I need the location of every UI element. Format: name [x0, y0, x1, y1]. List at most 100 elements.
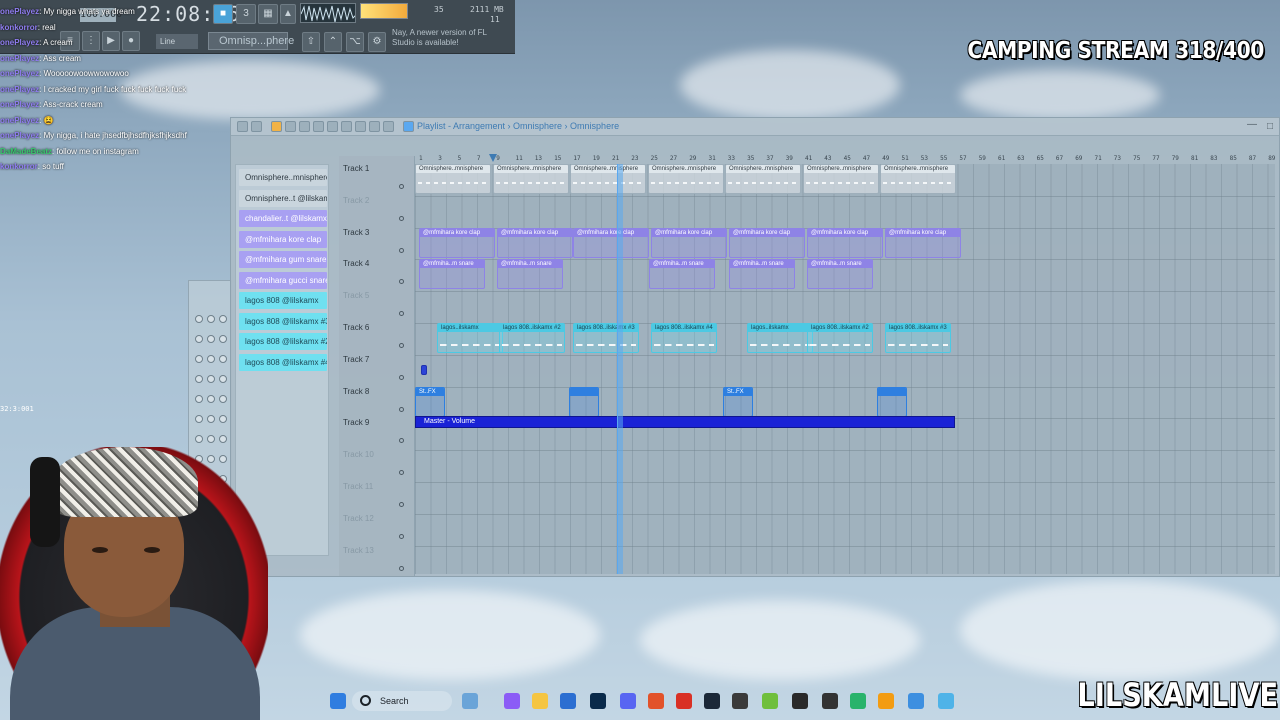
step-button[interactable]: ▦ — [258, 4, 278, 24]
track-mute-button[interactable] — [399, 374, 404, 380]
track-label[interactable]: Track 10 — [343, 450, 374, 459]
pencil-icon[interactable] — [271, 121, 282, 132]
app-icon[interactable] — [762, 693, 778, 709]
pattern-clip[interactable]: @mfmihara kore clap — [729, 227, 805, 258]
pattern-clip[interactable]: @mfmiha..m snare — [729, 259, 795, 290]
pattern-clip[interactable]: lagos 808..ilskamx #3 — [885, 323, 951, 353]
track-mute-button[interactable] — [399, 533, 404, 539]
chrome-icon[interactable] — [676, 693, 692, 709]
folder-icon[interactable] — [532, 693, 548, 709]
track-label[interactable]: Track 13 — [343, 546, 374, 555]
track-mute-button[interactable] — [399, 311, 404, 317]
track-label[interactable]: Track 8 — [343, 387, 369, 396]
picker-item[interactable]: @mfmihara gum snare — [239, 251, 327, 268]
magnet-icon[interactable] — [251, 121, 262, 132]
mixer-knob[interactable] — [207, 435, 215, 443]
pattern-clip[interactable]: lagos 808..ilskamx #4 — [651, 323, 717, 353]
pattern-clip[interactable] — [421, 364, 427, 375]
windows-icon[interactable] — [330, 693, 346, 709]
slip-icon[interactable] — [327, 121, 338, 132]
steam-icon[interactable] — [704, 693, 720, 709]
track-mute-button[interactable] — [399, 502, 404, 507]
automation-clip[interactable]: Master - Volume — [415, 416, 955, 429]
picker-item[interactable]: lagos 808 @lilskamx #4 — [239, 353, 327, 371]
pattern-clip[interactable]: Omnisphere..mnisphere — [648, 164, 724, 194]
arrangement-grid[interactable]: Omnisphere..mnisphere Omnisphere..mnisphe… — [415, 164, 1275, 574]
pattern-clip[interactable]: @mfmiha..m snare — [419, 259, 485, 290]
pattern-clip[interactable]: Omnisphere..mnisphere — [415, 164, 491, 194]
zoom-icon[interactable] — [369, 121, 380, 132]
track-label[interactable]: Track 1 — [343, 164, 369, 173]
chat-username[interactable]: DaMadeBeatz — [0, 147, 52, 156]
picker-item[interactable]: lagos 808 @lilskamx — [239, 292, 327, 309]
track-label[interactable]: Track 12 — [343, 514, 374, 523]
delete-icon[interactable] — [299, 121, 310, 132]
mixer-knob[interactable] — [219, 335, 227, 343]
mixer-knob[interactable] — [219, 315, 227, 323]
mute-icon[interactable] — [313, 121, 324, 132]
track-mute-button[interactable] — [399, 343, 404, 348]
picker-item[interactable]: chandalier..t @lilskamx — [239, 210, 327, 227]
track-mute-button[interactable] — [399, 406, 404, 412]
chat-username[interactable]: onePlayez — [0, 7, 39, 16]
mixer-knob[interactable] — [195, 335, 203, 343]
track-mute-button[interactable] — [399, 215, 404, 221]
mixer-knob[interactable] — [207, 315, 215, 323]
app-icon[interactable] — [822, 693, 838, 709]
mixer-knob[interactable] — [195, 415, 203, 423]
track-label[interactable]: Track 11 — [343, 482, 373, 491]
pattern-clip[interactable]: Omnisphere..mnisphere — [725, 164, 801, 194]
close-icon[interactable]: □ — [1267, 121, 1273, 132]
playlist-icon[interactable] — [403, 121, 414, 132]
minimize-icon[interactable]: ― — [1247, 119, 1257, 130]
fl-studio-icon[interactable] — [878, 693, 894, 709]
track-label[interactable]: Track 2 — [343, 196, 369, 205]
pattern-clip[interactable]: Omnisphere..mnisphere — [493, 164, 569, 194]
picker-item[interactable]: @mfmihara gucci snare — [239, 271, 327, 289]
timeline-ruler[interactable]: 1 3 5 7 9 11 13 15 17 19 21 23 25 27 29 31 33 35 37 39 41 43 4… — [415, 154, 1280, 164]
pattern-clip[interactable]: @mfmiha..m snare — [497, 259, 563, 290]
discord-icon[interactable] — [620, 693, 636, 709]
mixer-knob[interactable] — [195, 375, 203, 383]
speaker-icon[interactable] — [383, 121, 394, 132]
mixer-knob[interactable] — [207, 375, 215, 383]
copilot-icon[interactable] — [504, 693, 520, 709]
track-label[interactable]: Track 5 — [343, 291, 369, 300]
pattern-clip[interactable]: lagos 808..ilskamx #2 — [499, 323, 565, 353]
pattern-clip[interactable]: lagos 808..ilskamx #3 — [573, 323, 639, 353]
app-icon[interactable] — [792, 693, 808, 709]
pattern-clip[interactable]: Omnisphere..mnisphere — [570, 164, 646, 194]
track-mute-button[interactable] — [399, 565, 404, 571]
track-mute-button[interactable] — [399, 279, 404, 285]
mixer-knob[interactable] — [195, 395, 203, 403]
chat-username[interactable]: onePlayez — [0, 85, 39, 94]
track-label[interactable]: Track 6 — [343, 323, 369, 332]
mixer-knob[interactable] — [207, 415, 215, 423]
picker-item[interactable]: @mfmihara kore clap — [239, 230, 327, 248]
app-icon[interactable] — [850, 693, 866, 709]
pattern-clip[interactable]: @mfmihara kore clap — [573, 227, 649, 258]
app-icon[interactable] — [938, 693, 954, 709]
brush-icon[interactable] — [285, 121, 296, 132]
brave-icon[interactable] — [648, 693, 664, 709]
alt-button[interactable]: ⌥ — [346, 32, 364, 52]
mixer-knob[interactable] — [207, 395, 215, 403]
metronome-button[interactable]: ▲ — [280, 4, 296, 24]
mixer-knob[interactable] — [207, 355, 215, 363]
track-mute-button[interactable] — [399, 438, 404, 444]
mixer-knob[interactable] — [219, 375, 227, 383]
picker-item[interactable]: Omnisphere..mnisphere — [239, 169, 327, 186]
chat-username[interactable]: konkorror — [0, 23, 38, 32]
arrow-icon[interactable] — [237, 121, 248, 132]
track-mute-button[interactable] — [399, 470, 404, 476]
pattern-clip[interactable]: @mfmiha..m snare — [649, 259, 715, 290]
photoshop-icon[interactable] — [590, 693, 606, 709]
settings-icon[interactable]: ⚙ — [368, 32, 386, 52]
mixer-knob[interactable] — [195, 435, 203, 443]
pattern-clip[interactable] — [569, 386, 599, 417]
track-label[interactable]: Track 7 — [343, 355, 369, 364]
track-mute-button[interactable] — [399, 247, 404, 253]
track-mute-button[interactable] — [399, 184, 404, 189]
taskbar-search[interactable]: Search — [352, 691, 452, 711]
picker-item[interactable]: Omnisphere..t @lilskamx — [239, 189, 327, 207]
